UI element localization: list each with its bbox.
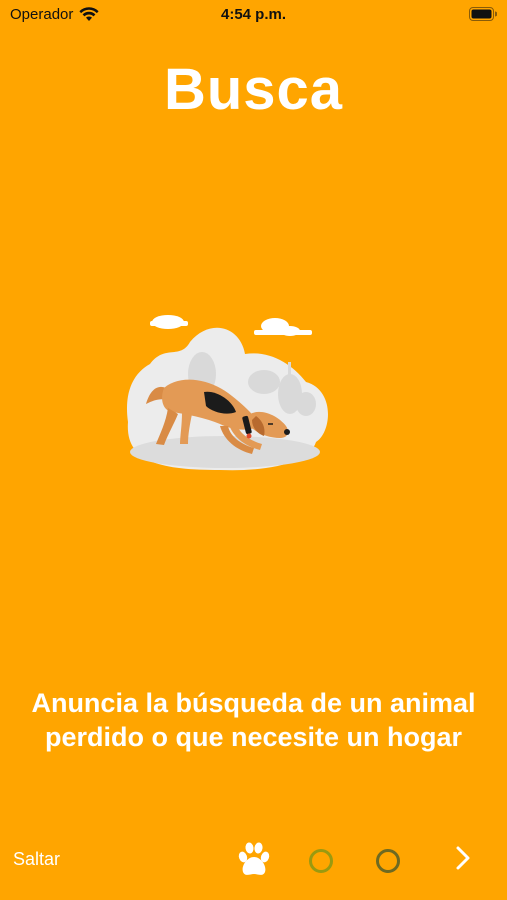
skip-button[interactable]: Saltar xyxy=(13,849,60,870)
page-indicator-dot-3[interactable] xyxy=(376,849,400,873)
status-bar: Operador 4:54 p.m. xyxy=(0,0,507,30)
dog-sniffing-illustration xyxy=(126,315,328,471)
cloud-left xyxy=(150,315,188,329)
onboarding-footer: Saltar xyxy=(0,835,507,885)
cloud-right xyxy=(254,318,312,336)
battery-icon xyxy=(469,7,497,21)
page-indicator-active-paw-icon[interactable] xyxy=(234,839,274,879)
onboarding-description: Anuncia la búsqueda de un animal perdido… xyxy=(31,688,476,752)
chevron-right-icon xyxy=(456,846,470,870)
status-time: 4:54 p.m. xyxy=(220,6,287,23)
page-indicator-dot-2[interactable] xyxy=(309,849,333,873)
page-title: Busca xyxy=(163,57,344,122)
next-button[interactable] xyxy=(455,845,471,874)
